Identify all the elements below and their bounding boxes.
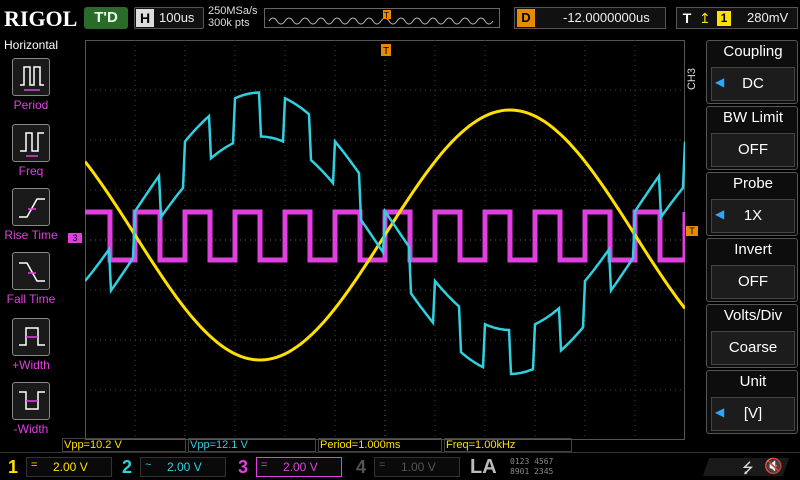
coupling-icon: = — [31, 459, 38, 471]
delay-value: -12.0000000us — [563, 10, 650, 25]
probe-menu[interactable]: Probe 1X ◀ — [706, 172, 798, 236]
channel-1-status[interactable]: 1 = 2.00 V — [2, 456, 114, 478]
measurement-bar: Vpp=10.2 V Vpp=12.1 V Period=1.000ms Fre… — [62, 438, 702, 452]
fall-time-measure-button[interactable]: Fall Time — [6, 252, 56, 316]
positive-width-measure-button[interactable]: +Width — [6, 318, 56, 382]
panel-title: Horizontal — [3, 38, 59, 52]
svg-text:T: T — [383, 46, 389, 57]
delay-label: D — [517, 9, 535, 27]
fall-time-label: Fall Time — [6, 292, 56, 306]
acquisition-info: 250MSa/s 300k pts — [208, 5, 258, 29]
timebase-box[interactable]: H 100us — [134, 7, 204, 29]
channel-tag: CH3 — [686, 68, 698, 91]
trigger-edge-icon: ↥ — [699, 10, 711, 26]
select-arrow-icon: ◀ — [715, 207, 725, 221]
invert-title: Invert — [734, 241, 772, 258]
rise-time-icon — [12, 188, 50, 226]
channel-4-status[interactable]: 4 = 1.00 V — [350, 456, 462, 478]
invert-menu[interactable]: Invert OFF — [706, 238, 798, 302]
timebase-label: H — [136, 9, 154, 27]
negative-width-icon — [12, 382, 50, 420]
measurement-ch2-vpp[interactable]: Vpp=12.1 V — [188, 438, 316, 452]
unit-menu[interactable]: Unit [V] ◀ — [706, 370, 798, 434]
negative-width-label: -Width — [13, 422, 49, 436]
coupling-menu[interactable]: Coupling DC ◀ — [706, 40, 798, 104]
channel-settings-box: = 1.00 V — [374, 457, 460, 477]
trigger-box[interactable]: T ↥ 1 280mV — [676, 7, 798, 29]
run-status-badge[interactable]: T'D — [84, 7, 128, 29]
delay-box[interactable]: D -12.0000000us — [514, 7, 666, 29]
coupling-icon: ~ — [145, 459, 152, 471]
probe-title: Probe — [732, 175, 774, 192]
freq-label: Freq — [18, 164, 44, 178]
channel-number: 4 — [355, 457, 366, 477]
logic-analyzer-label[interactable]: LA — [470, 456, 497, 479]
channel-number: 1 — [7, 457, 18, 477]
rise-time-label: Rise Time — [4, 228, 58, 242]
channel-settings-box: = 2.00 V — [26, 457, 112, 477]
horizontal-measure-panel: Horizontal Period Freq Rise Time Fall Ti… — [0, 36, 62, 444]
logic-analyzer-bits: 0123 4567 8901 2345 — [510, 457, 600, 477]
coupling-title: Coupling — [723, 43, 783, 60]
bw-limit-menu[interactable]: BW Limit OFF — [706, 106, 798, 170]
svg-text:T: T — [384, 11, 389, 20]
volts-div-menu[interactable]: Volts/Div Coarse — [706, 304, 798, 368]
coupling-icon: = — [261, 459, 268, 471]
rise-time-measure-button[interactable]: Rise Time — [4, 188, 58, 252]
trigger-label: T — [682, 10, 692, 26]
positive-width-label: +Width — [12, 358, 50, 372]
ch3-ground-marker[interactable]: 3 — [68, 233, 82, 243]
period-label: Period — [13, 98, 49, 112]
mute-icon[interactable]: 🔇 — [764, 457, 783, 475]
usb-icon: ⭍ — [742, 460, 754, 476]
freq-icon — [12, 124, 50, 162]
bw-limit-title: BW Limit — [723, 109, 783, 126]
bw-limit-value: OFF — [711, 133, 795, 167]
measurement-period[interactable]: Period=1.000ms — [318, 438, 442, 452]
period-measure-button[interactable]: Period — [6, 58, 56, 122]
memory-depth: 300k pts — [208, 17, 250, 29]
volts-div-value: Coarse — [711, 331, 795, 365]
fall-time-icon — [12, 252, 50, 290]
trigger-source: 1 — [717, 11, 731, 26]
measurement-ch1-vpp[interactable]: Vpp=10.2 V — [62, 438, 186, 452]
channel-number: 3 — [237, 457, 248, 477]
trigger-level-marker[interactable]: T — [686, 226, 698, 236]
sample-rate: 250MSa/s — [208, 5, 258, 17]
trigger-position-bar[interactable]: T — [264, 8, 500, 28]
negative-width-measure-button[interactable]: -Width — [6, 382, 56, 446]
channel-scale: 2.00 V — [167, 460, 202, 474]
channel-2-status[interactable]: 2 ~ 2.00 V — [116, 456, 228, 478]
channel-3-status[interactable]: 3 = 2.00 V — [232, 456, 344, 478]
positive-width-icon — [12, 318, 50, 356]
select-arrow-icon: ◀ — [715, 405, 725, 419]
channel-status-bar: 1 = 2.00 V 2 ~ 2.00 V 3 = 2.00 V 4 = 1.0… — [0, 452, 800, 480]
invert-value: OFF — [711, 265, 795, 299]
freq-measure-button[interactable]: Freq — [6, 124, 56, 188]
waveform-display[interactable]: T — [85, 40, 685, 440]
brand-logo: RIGOL — [4, 6, 78, 31]
channel-settings-box: ~ 2.00 V — [140, 457, 226, 477]
timebase-value: 100us — [159, 10, 195, 25]
top-status-bar: RIGOL T'D H 100us 250MSa/s 300k pts T D … — [0, 0, 800, 36]
channel-scale: 2.00 V — [283, 460, 318, 474]
channel-number: 2 — [121, 457, 132, 477]
unit-title: Unit — [739, 373, 767, 390]
coupling-icon: = — [379, 459, 386, 471]
measurement-freq[interactable]: Freq=1.00kHz — [444, 438, 572, 452]
channel-scale: 2.00 V — [53, 460, 88, 474]
channel-settings-panel: Coupling DC ◀ BW Limit OFF Probe 1X ◀ In… — [700, 40, 800, 460]
la-bits-row: 0123 4567 — [510, 457, 554, 466]
ch2-trace — [85, 91, 685, 376]
trigger-position-marker: T — [381, 44, 391, 57]
trigger-level: 280mV — [747, 10, 789, 25]
select-arrow-icon: ◀ — [715, 75, 725, 89]
volts-div-title: Volts/Div — [723, 307, 783, 324]
period-icon — [12, 58, 50, 96]
channel-settings-box: = 2.00 V — [256, 457, 342, 477]
la-bits-row: 8901 2345 — [510, 467, 554, 476]
channel-scale: 1.00 V — [401, 460, 436, 474]
